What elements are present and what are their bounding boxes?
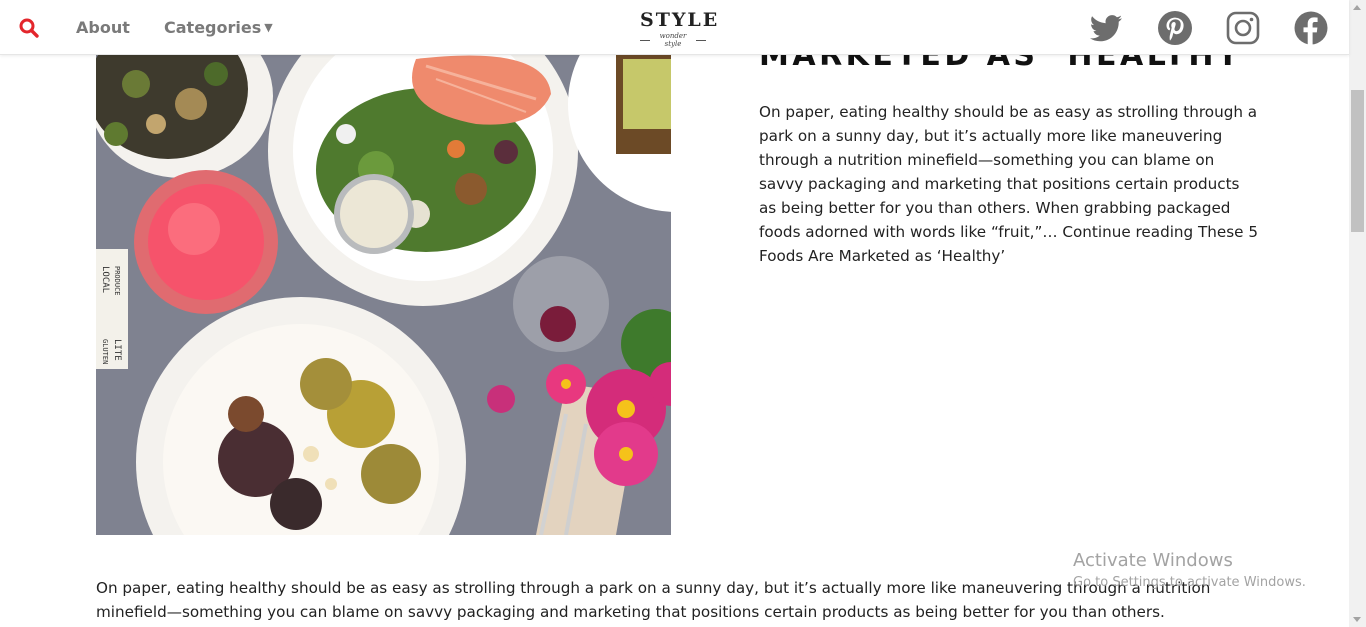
logo-wordmark: STYLE (640, 9, 720, 31)
post-excerpt-text: On paper, eating healthy should be as ea… (759, 103, 1258, 241)
nav-about-link[interactable]: About (76, 18, 130, 37)
twitter-icon[interactable] (1089, 11, 1123, 45)
nav-categories-label: Categories (164, 18, 262, 37)
food-photo: LOCAL PRODUCE GLUTEN LITE (96, 54, 671, 535)
facebook-icon[interactable] (1294, 11, 1328, 45)
page-scrollbar[interactable] (1349, 0, 1366, 627)
label-local: LOCAL (100, 266, 110, 293)
post-body-paragraph: On paper, eating healthy should be as ea… (96, 579, 1211, 621)
post-excerpt: On paper, eating healthy should be as ea… (759, 100, 1259, 268)
label-produce: PRODUCE (113, 266, 121, 296)
logo-rule-left (640, 39, 650, 41)
label-gluten: GLUTEN (101, 339, 109, 364)
post-featured-image[interactable]: LOCAL PRODUCE GLUTEN LITE (96, 54, 671, 535)
watermark-title: Activate Windows (1073, 550, 1233, 571)
logo-rule-right (696, 39, 706, 41)
site-header: About Categories ▼ STYLE wonder style (0, 0, 1349, 55)
scroll-down-arrow-icon[interactable] (1353, 617, 1361, 622)
logo-tagline-row: wonder style (640, 32, 706, 48)
chevron-down-icon: ▼ (264, 21, 273, 34)
scroll-up-arrow-icon[interactable] (1353, 5, 1361, 10)
label-lite: LITE (112, 339, 122, 361)
pinterest-icon[interactable] (1158, 11, 1192, 45)
scrollbar-thumb[interactable] (1351, 90, 1364, 232)
site-logo[interactable]: STYLE wonder style (640, 9, 720, 48)
logo-tagline: wonder style (659, 32, 687, 48)
nav-categories-dropdown[interactable]: Categories ▼ (164, 18, 273, 37)
instagram-icon[interactable] (1226, 11, 1260, 45)
search-icon[interactable] (18, 17, 40, 39)
